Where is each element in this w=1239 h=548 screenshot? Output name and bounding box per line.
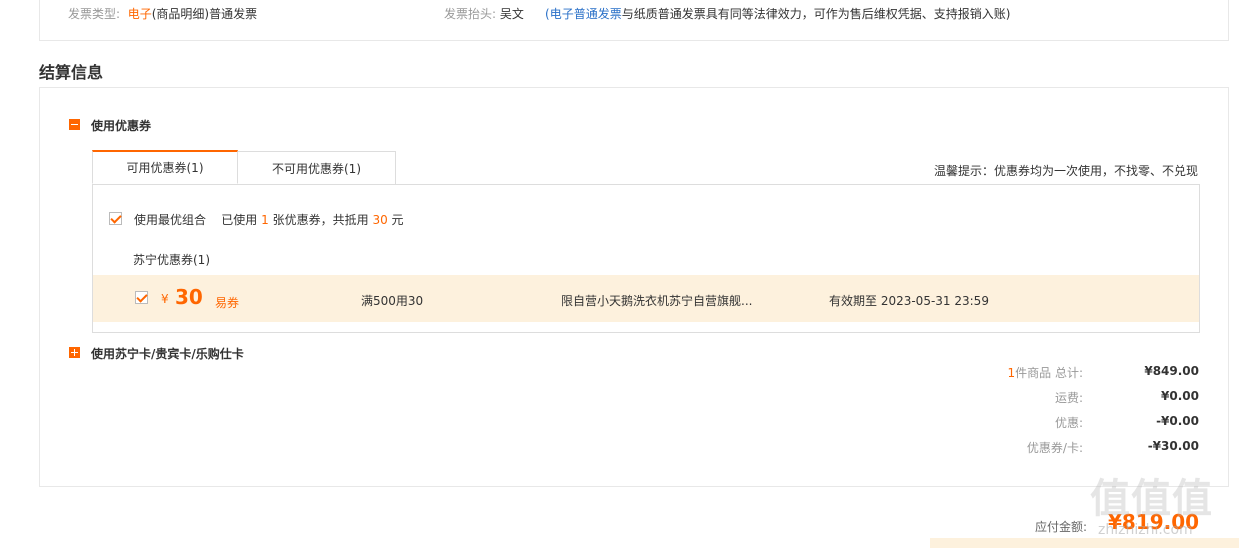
invoice-bar: 发票类型: 电子(商品明细)普通发票 发票抬头: 吴文 (电子普通发票与纸质普通… [39, 0, 1229, 41]
coupon-group-label: 苏宁优惠券(1) [133, 253, 210, 267]
best-combo-used-count: 1 [261, 213, 269, 227]
best-combo-used-mid: 张优惠券，共抵用 [272, 213, 369, 227]
best-combo-used-amount: 30 [372, 213, 388, 227]
invoice-note-link[interactable]: 电子普通发票 [550, 7, 622, 21]
summary-coupon-card-label: 优惠券/卡: [1026, 441, 1083, 455]
invoice-header: 发票抬头: 吴文 [444, 5, 524, 22]
invoice-type-rest: (商品明细)普通发票 [151, 7, 258, 21]
coupon-tip: 温馨提示：优惠券均为一次使用，不找零、不兑现 [933, 164, 1198, 178]
watermark-url: zhizhizhi.com [1098, 522, 1193, 538]
expand-card-icon[interactable] [69, 347, 80, 358]
coupon-validity: 有效期至 2023-05-31 23:59 [829, 294, 989, 308]
watermark-logo: 值值值 [1090, 476, 1213, 522]
summary-shipping: ¥0.00 [1161, 389, 1199, 403]
summary-discount: -¥0.00 [1156, 414, 1199, 428]
summary-count: 1 [1007, 366, 1016, 380]
settlement-panel: 使用优惠券 可用优惠券(1) 不可用优惠券(1) 温馨提示：优惠券均为一次使用，… [39, 87, 1229, 487]
summary-count-label: 件商品 总计: [1015, 366, 1083, 380]
collapse-coupon-icon[interactable] [69, 119, 80, 130]
bottom-strip [930, 538, 1239, 548]
coupon-condition: 满500用30 [361, 294, 424, 308]
coupon-scope: 限自营小天鹅洗衣机苏宁自营旗舰... [561, 294, 753, 308]
best-combo-used-suffix: 元 [391, 213, 404, 227]
use-card-label[interactable]: 使用苏宁卡/贵宾卡/乐购仕卡 [91, 345, 244, 362]
tab-available-coupons[interactable]: 可用优惠券(1) [92, 150, 238, 184]
invoice-type: 发票类型: 电子(商品明细)普通发票 [68, 5, 257, 22]
invoice-note-rest: 与纸质普通发票具有同等法律效力，可作为售后维权凭据、支持报销入账) [621, 7, 1011, 21]
coupon-amount: 30 [175, 285, 203, 309]
summary-discount-label: 优惠: [1054, 416, 1083, 430]
summary-shipping-label: 运费: [1054, 391, 1083, 405]
invoice-type-electronic: 电子 [127, 7, 152, 21]
best-combo-label: 使用最优组合 [134, 213, 207, 227]
invoice-note: (电子普通发票与纸质普通发票具有同等法律效力，可作为售后维权凭据、支持报销入账) [545, 5, 1010, 22]
summary-coupon-card: -¥30.00 [1147, 439, 1199, 453]
coupon-checkbox[interactable] [135, 291, 148, 304]
coupon-row[interactable]: ¥ 30 易券 满500用30 限自营小天鹅洗衣机苏宁自营旗舰... 有效期至 … [93, 275, 1199, 322]
invoice-type-label: 发票类型: [68, 7, 121, 21]
settlement-title: 结算信息 [39, 63, 104, 82]
summary-total-label: 1件商品 总计: [933, 364, 1084, 381]
payable-label: 应付金额: [1035, 520, 1088, 534]
best-combo-checkbox[interactable] [109, 212, 122, 225]
best-combo-used-prefix: 已使用 [221, 213, 258, 227]
coupon-currency: ¥ [161, 292, 169, 306]
tab-unavailable-coupons[interactable]: 不可用优惠券(1) [237, 151, 396, 185]
invoice-header-value: 吴文 [499, 7, 524, 21]
invoice-header-label: 发票抬头: [444, 7, 497, 21]
coupon-kind: 易券 [215, 296, 240, 310]
coupon-box: 使用最优组合 已使用 1 张优惠券，共抵用 30 元 苏宁优惠券(1) ¥ 30… [92, 184, 1200, 333]
summary-total: ¥849.00 [1144, 364, 1199, 378]
best-combo-line: 使用最优组合 已使用 1 张优惠券，共抵用 30 元 [134, 211, 404, 228]
use-coupon-label[interactable]: 使用优惠券 [91, 117, 151, 134]
